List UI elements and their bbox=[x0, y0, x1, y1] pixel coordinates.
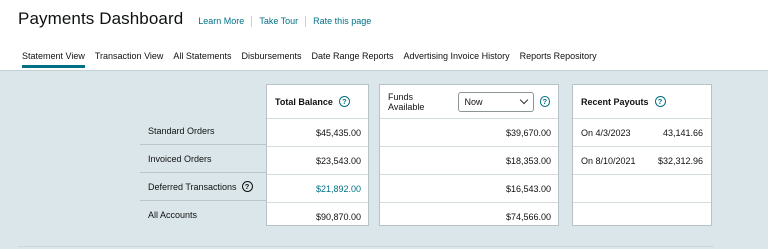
divider bbox=[18, 246, 714, 247]
row-label-deferred-transactions: Deferred Transactions ? bbox=[140, 173, 266, 201]
funds-available-label: Funds Available bbox=[388, 91, 425, 112]
tab-disbursements[interactable]: Disbursements bbox=[241, 50, 301, 70]
funds-available-value: $39,670.00 bbox=[380, 119, 558, 147]
tab-all-statements[interactable]: All Statements bbox=[173, 50, 231, 70]
total-balance-title: Total Balance bbox=[275, 96, 333, 107]
row-label-text: All Accounts bbox=[148, 210, 198, 220]
tab-date-range-reports[interactable]: Date Range Reports bbox=[311, 50, 393, 70]
funds-available-value: $18,353.00 bbox=[380, 147, 558, 175]
take-tour-link[interactable]: Take Tour bbox=[252, 16, 305, 26]
help-icon[interactable]: ? bbox=[539, 96, 550, 107]
total-balance-value: $90,870.00 bbox=[315, 212, 361, 222]
learn-more-link[interactable]: Learn More bbox=[191, 16, 251, 26]
page-title: Payments Dashboard bbox=[18, 9, 184, 28]
funds-available-value: $74,566.00 bbox=[505, 212, 551, 222]
payout-row: On 8/10/2021 $32,312.96 bbox=[573, 147, 711, 175]
payout-date: On 8/10/2021 bbox=[581, 155, 636, 166]
row-label-all-accounts: All Accounts bbox=[140, 201, 266, 229]
funds-available-value: $16,543.00 bbox=[380, 175, 558, 203]
total-balance-deferred-link[interactable]: $21,892.00 bbox=[267, 175, 368, 203]
row-label-text: Invoiced Orders bbox=[148, 153, 212, 164]
total-balance-header: Total Balance ? bbox=[267, 85, 368, 119]
row-labels: Standard Orders Invoiced Orders Deferred… bbox=[140, 117, 266, 229]
tab-statement-view[interactable]: Statement View bbox=[22, 50, 85, 70]
statement-panel: Standard Orders Invoiced Orders Deferred… bbox=[0, 70, 768, 249]
tab-reports-repository[interactable]: Reports Repository bbox=[520, 50, 597, 70]
tab-transaction-view[interactable]: Transaction View bbox=[95, 50, 164, 70]
chevron-down-icon bbox=[519, 95, 528, 105]
row-label-text: Deferred Transactions bbox=[148, 181, 237, 192]
help-icon[interactable]: ? bbox=[654, 96, 666, 107]
help-icon[interactable]: ? bbox=[338, 96, 350, 107]
recent-payouts-card: Recent Payouts ? On 4/3/2023 43,141.66 O… bbox=[572, 84, 712, 226]
recent-payouts-header: Recent Payouts ? bbox=[573, 85, 711, 119]
payout-row-empty bbox=[573, 203, 711, 231]
payout-row: On 4/3/2023 43,141.66 bbox=[573, 119, 711, 147]
funds-available-select[interactable]: Now bbox=[457, 91, 534, 112]
header-links: Learn More Take Tour Rate this page bbox=[191, 15, 378, 27]
payout-amount: $32,312.96 bbox=[657, 155, 703, 166]
total-balance-card: Total Balance ? $45,435.00 $23,543.00 $2… bbox=[266, 84, 369, 226]
select-value: Now bbox=[464, 96, 483, 107]
total-balance-value: $45,435.00 bbox=[267, 119, 368, 147]
row-label-standard-orders: Standard Orders bbox=[140, 117, 266, 145]
payout-date: On 4/3/2023 bbox=[581, 127, 631, 138]
recent-payouts-title: Recent Payouts bbox=[581, 96, 649, 107]
page-header: Payments Dashboard Learn More Take Tour … bbox=[18, 9, 378, 35]
tab-advertising-invoice-history[interactable]: Advertising Invoice History bbox=[404, 50, 510, 70]
row-label-invoiced-orders: Invoiced Orders bbox=[140, 145, 266, 173]
help-icon[interactable]: ? bbox=[241, 181, 253, 192]
funds-available-header: Funds Available Now ? bbox=[380, 85, 558, 119]
funds-available-card: Funds Available Now ? $39,670.00 $18,353… bbox=[379, 84, 559, 226]
payout-amount: 43,141.66 bbox=[662, 127, 703, 138]
total-balance-value: $23,543.00 bbox=[267, 147, 368, 175]
rate-page-link[interactable]: Rate this page bbox=[306, 16, 378, 26]
payout-row-empty bbox=[573, 175, 711, 203]
tab-bar: Statement View Transaction View All Stat… bbox=[22, 50, 607, 70]
row-label-text: Standard Orders bbox=[148, 125, 215, 136]
